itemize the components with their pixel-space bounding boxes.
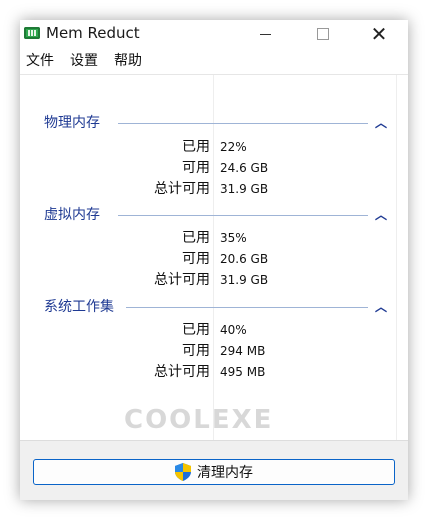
row-value: 24.6 GB: [220, 161, 269, 175]
main-window: Mem Reduct ✕ 文件 设置 帮助 物理内存 ︿ 已用 22% 可用 2: [20, 20, 408, 500]
minimize-button[interactable]: [236, 20, 294, 48]
clean-memory-button[interactable]: 清理内存: [33, 459, 395, 485]
list-item[interactable]: 已用 40%: [20, 320, 408, 340]
chevron-up-icon[interactable]: ︿: [374, 300, 388, 314]
group-separator: [126, 307, 368, 308]
chevron-up-icon[interactable]: ︿: [374, 116, 388, 130]
row-label: 总计可用: [154, 181, 210, 197]
group-title: 物理内存: [44, 113, 104, 133]
row-value: 495 MB: [220, 365, 266, 379]
window-title: Mem Reduct: [46, 24, 140, 42]
row-value: 31.9 GB: [220, 182, 269, 196]
footer-bar: 清理内存: [20, 440, 408, 500]
row-label: 可用: [182, 160, 210, 176]
row-label: 已用: [182, 230, 210, 246]
list-item[interactable]: 可用 24.6 GB: [20, 158, 408, 178]
menu-bar: 文件 设置 帮助: [20, 50, 408, 72]
row-label: 已用: [182, 322, 210, 338]
list-item[interactable]: 可用 294 MB: [20, 341, 408, 361]
list-item[interactable]: 已用 35%: [20, 228, 408, 248]
row-value: 294 MB: [220, 344, 266, 358]
close-icon: ✕: [370, 22, 388, 46]
group-title: 虚拟内存: [44, 205, 104, 225]
maximize-icon: [317, 28, 329, 40]
row-label: 可用: [182, 343, 210, 359]
menu-file[interactable]: 文件: [26, 50, 54, 72]
row-value: 40%: [220, 323, 247, 337]
minimize-icon: [259, 33, 271, 35]
maximize-button[interactable]: [294, 20, 352, 48]
uac-shield-icon: [175, 463, 191, 481]
menu-settings[interactable]: 设置: [70, 50, 98, 72]
list-item[interactable]: 可用 20.6 GB: [20, 249, 408, 269]
menu-help[interactable]: 帮助: [114, 50, 142, 72]
title-bar[interactable]: Mem Reduct ✕: [20, 20, 408, 48]
row-label: 已用: [182, 139, 210, 155]
group-header-physical-memory[interactable]: 物理内存 ︿: [20, 113, 408, 133]
group-title: 系统工作集: [44, 297, 118, 317]
clean-memory-label: 清理内存: [197, 465, 253, 481]
list-item[interactable]: 总计可用 495 MB: [20, 362, 408, 382]
group-separator: [118, 215, 368, 216]
group-separator: [118, 123, 368, 124]
chevron-up-icon[interactable]: ︿: [374, 208, 388, 222]
row-label: 总计可用: [154, 364, 210, 380]
row-value: 20.6 GB: [220, 252, 269, 266]
row-value: 35%: [220, 231, 247, 245]
list-item[interactable]: 总计可用 31.9 GB: [20, 270, 408, 290]
list-item[interactable]: 总计可用 31.9 GB: [20, 179, 408, 199]
row-label: 可用: [182, 251, 210, 267]
group-header-virtual-memory[interactable]: 虚拟内存 ︿: [20, 205, 408, 225]
list-item[interactable]: 已用 22%: [20, 137, 408, 157]
watermark: COOLEXE: [124, 405, 274, 435]
memory-list[interactable]: 物理内存 ︿ 已用 22% 可用 24.6 GB 总计可用 31.9 GB 虚拟…: [20, 74, 408, 441]
row-label: 总计可用: [154, 272, 210, 288]
memory-chip-icon: [24, 27, 40, 39]
close-button[interactable]: ✕: [350, 20, 408, 48]
row-value: 31.9 GB: [220, 273, 269, 287]
row-value: 22%: [220, 140, 247, 154]
group-header-system-working-set[interactable]: 系统工作集 ︿: [20, 297, 408, 317]
